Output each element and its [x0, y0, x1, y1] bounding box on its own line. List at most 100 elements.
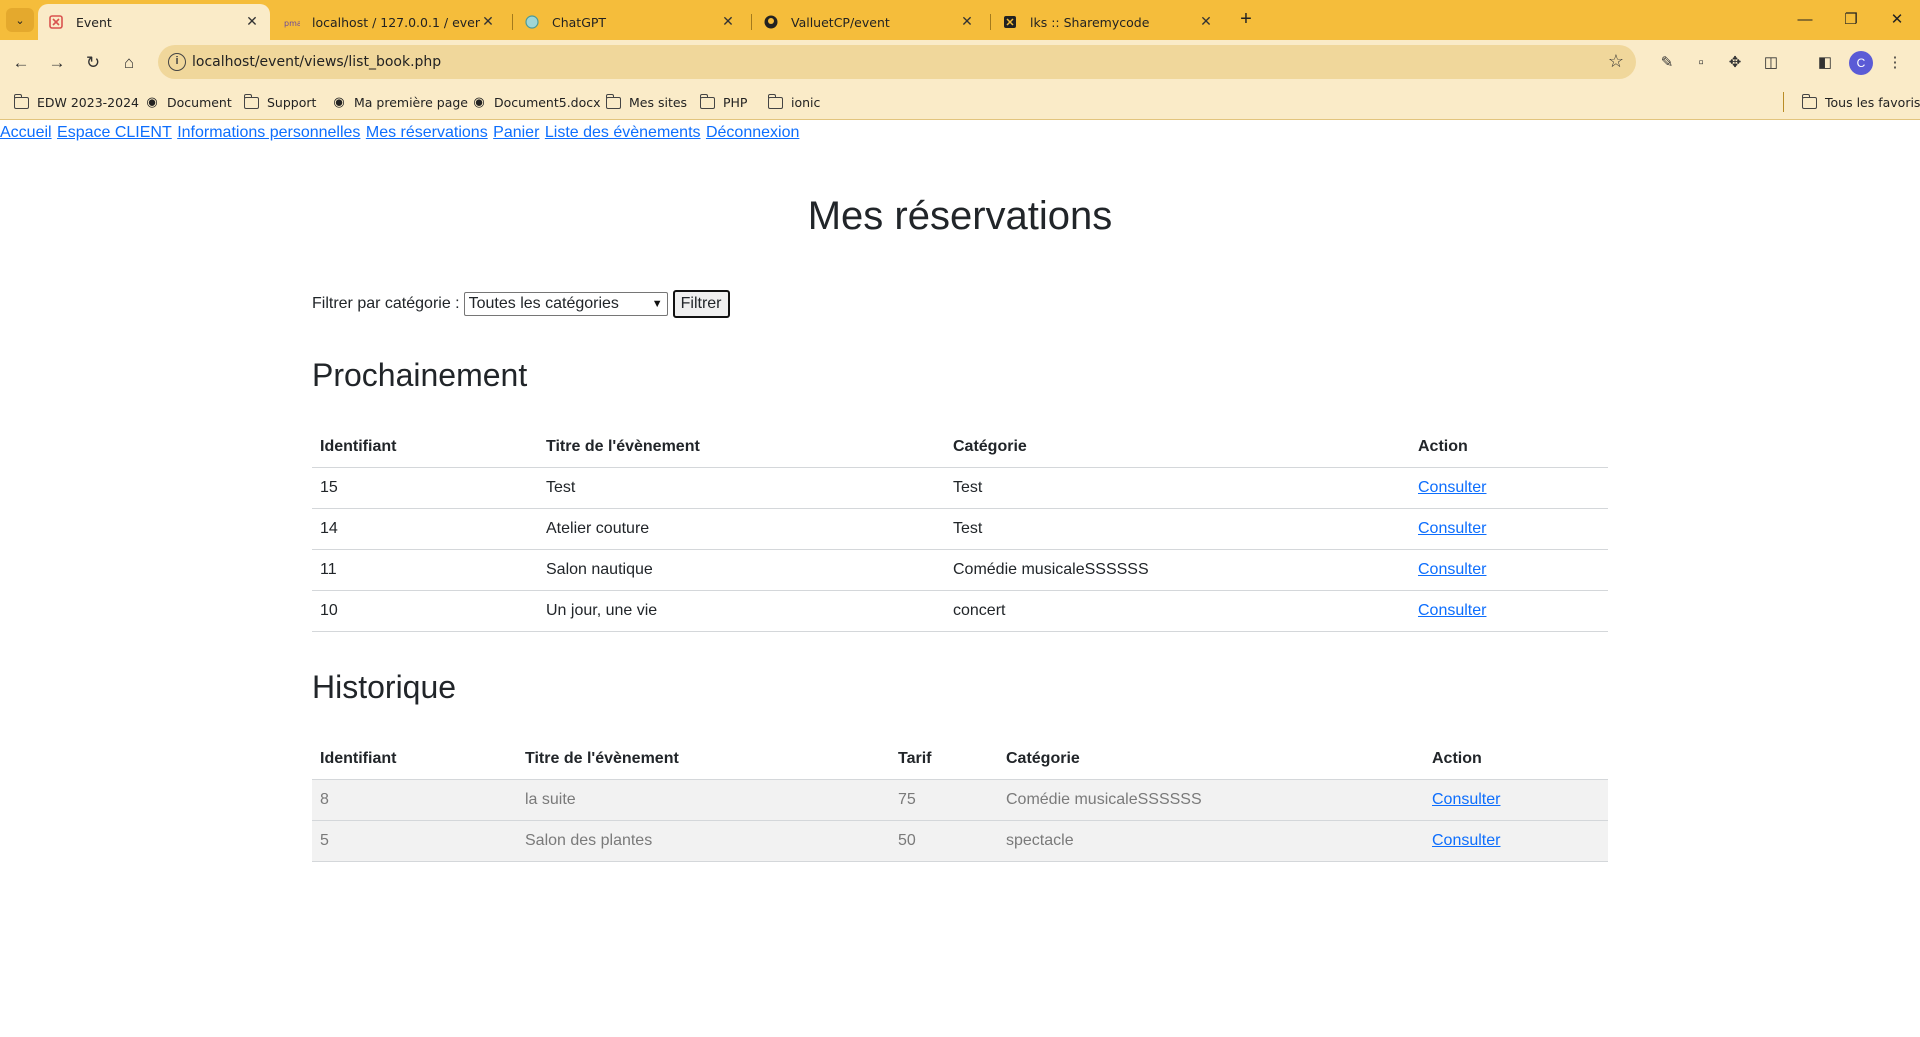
chatgpt-favicon-icon: [524, 14, 540, 30]
bookmark-item[interactable]: ◉ Ma première page: [331, 95, 468, 110]
consulter-link[interactable]: Consulter: [1418, 479, 1486, 496]
browser-toolbar: ← → ↻ ⌂ i localhost/event/views/list_boo…: [0, 40, 1920, 86]
cell-id: 11: [312, 549, 538, 591]
tab-strip: ⌄ Event ✕ pma localhost / 127.0.0.1 / ev…: [0, 0, 1920, 40]
close-icon[interactable]: ✕: [1198, 14, 1214, 30]
tab-search-button[interactable]: ⌄: [6, 8, 34, 32]
consulter-link[interactable]: Consulter: [1418, 561, 1486, 578]
tab-separator: [990, 14, 991, 30]
column-header: Catégorie: [998, 739, 1424, 780]
reload-button[interactable]: ↻: [78, 48, 108, 78]
folder-icon: [605, 93, 621, 109]
close-icon[interactable]: ✕: [480, 14, 496, 30]
cell-action: Consulter: [1424, 820, 1608, 862]
plus-icon: +: [1240, 8, 1252, 30]
nav-link-liste-evenements[interactable]: Liste des évènements: [545, 124, 701, 141]
bookmark-item[interactable]: ◉ Document: [144, 95, 231, 110]
extension-move-icon[interactable]: ✥: [1722, 50, 1748, 76]
table-header-row: Identifiant Titre de l'évènement Catégor…: [312, 427, 1608, 468]
cell-id: 10: [312, 590, 538, 632]
cell-category: Comédie musicaleSSSSSS: [998, 779, 1424, 821]
svg-text:pma: pma: [284, 19, 300, 28]
consulter-link[interactable]: Consulter: [1432, 832, 1500, 849]
column-header: Catégorie: [945, 427, 1410, 468]
bookmark-item[interactable]: ionic: [767, 93, 820, 110]
consulter-link[interactable]: Consulter: [1418, 602, 1486, 619]
consulter-link[interactable]: Consulter: [1418, 520, 1486, 537]
bookmark-item[interactable]: ◉ Document5.docx: [471, 95, 600, 110]
more-menu-icon[interactable]: ⋮: [1882, 50, 1908, 76]
nav-link-espace-client[interactable]: Espace CLIENT: [57, 124, 172, 141]
all-bookmarks-item[interactable]: Tous les favoris: [1801, 93, 1920, 110]
folder-icon: [13, 93, 29, 109]
cell-title: Atelier couture: [538, 508, 945, 550]
tab-phpmyadmin[interactable]: pma localhost / 127.0.0.1 / event / e ✕: [274, 4, 506, 40]
table-row: 14 Atelier couture Test Consulter: [312, 508, 1608, 550]
tab-event[interactable]: Event ✕: [38, 4, 270, 40]
globe-icon: ◉: [333, 94, 345, 110]
cell-id: 5: [312, 820, 517, 862]
extensions-puzzle-icon[interactable]: ◫: [1758, 50, 1784, 76]
category-select-value: Toutes les catégories: [468, 295, 619, 312]
side-panel-icon[interactable]: ◧: [1812, 50, 1838, 76]
bookmark-item[interactable]: Support: [243, 93, 316, 110]
extension-translate-icon[interactable]: ▫: [1688, 50, 1714, 76]
nav-link-accueil[interactable]: Accueil: [0, 124, 52, 141]
page-content: Accueil Espace CLIENT Informations perso…: [0, 121, 1920, 1037]
tab-chatgpt[interactable]: ChatGPT ✕: [514, 4, 746, 40]
bookmark-item[interactable]: EDW 2023-2024: [13, 93, 139, 110]
column-header: Titre de l'évènement: [538, 427, 945, 468]
close-window-button[interactable]: ✕: [1874, 6, 1920, 34]
table-row: 10 Un jour, une vie concert Consulter: [312, 590, 1608, 632]
cell-price: 50: [890, 820, 998, 862]
bookmark-item[interactable]: Mes sites: [605, 93, 687, 110]
consulter-link[interactable]: Consulter: [1432, 791, 1500, 808]
home-button[interactable]: ⌂: [114, 48, 144, 78]
close-icon[interactable]: ✕: [244, 14, 260, 30]
cell-id: 8: [312, 779, 517, 821]
bookmark-label: EDW 2023-2024: [37, 95, 139, 110]
extension-pen-icon[interactable]: ✎: [1654, 50, 1680, 76]
cell-category: spectacle: [998, 820, 1424, 862]
minimize-icon: —: [1797, 11, 1813, 28]
bookmarks-separator: [1783, 92, 1784, 112]
cell-title: Salon nautique: [538, 549, 945, 591]
arrow-right-icon: →: [48, 53, 66, 72]
table-row: 5 Salon des plantes 50 spectacle Consult…: [312, 820, 1608, 862]
cell-category: concert: [945, 590, 1410, 632]
cell-price: 75: [890, 779, 998, 821]
cell-action: Consulter: [1410, 590, 1608, 632]
main-nav: Accueil Espace CLIENT Informations perso…: [0, 124, 800, 142]
cell-category: Comédie musicaleSSSSSS: [945, 549, 1410, 591]
address-bar[interactable]: i localhost/event/views/list_book.php ☆: [158, 45, 1636, 79]
url-text[interactable]: localhost/event/views/list_book.php: [192, 54, 441, 70]
reload-icon: ↻: [85, 53, 101, 72]
minimize-button[interactable]: —: [1782, 6, 1828, 34]
page-title: Mes réservations: [807, 194, 1113, 238]
nav-link-panier[interactable]: Panier: [493, 124, 539, 141]
profile-avatar[interactable]: C: [1849, 51, 1873, 75]
forward-button[interactable]: →: [42, 48, 72, 78]
tab-github[interactable]: ValluetCP/event ✕: [753, 4, 985, 40]
site-info-icon[interactable]: i: [168, 53, 186, 71]
event-favicon-icon: [48, 14, 64, 30]
bookmark-item[interactable]: PHP: [699, 93, 747, 110]
nav-link-informations-personnelles[interactable]: Informations personnelles: [177, 124, 360, 141]
folder-icon: [243, 93, 259, 109]
restore-button[interactable]: ❐: [1828, 6, 1874, 34]
cell-action: Consulter: [1410, 549, 1608, 591]
nav-link-mes-reservations[interactable]: Mes réservations: [366, 124, 488, 141]
tab-title: localhost / 127.0.0.1 / event / e: [312, 14, 480, 30]
tab-sharemycode[interactable]: lks :: Sharemycode ✕: [992, 4, 1224, 40]
cell-action: Consulter: [1410, 467, 1608, 509]
close-icon[interactable]: ✕: [959, 14, 975, 30]
new-tab-button[interactable]: +: [1234, 8, 1258, 32]
nav-link-deconnexion[interactable]: Déconnexion: [706, 124, 799, 141]
star-icon[interactable]: ☆: [1608, 51, 1624, 72]
filter-button[interactable]: Filtrer: [672, 290, 730, 318]
category-select[interactable]: Toutes les catégories ▼: [463, 292, 668, 316]
chevron-down-icon: ▼: [651, 298, 663, 310]
close-icon[interactable]: ✕: [720, 14, 736, 30]
table-header-row: Identifiant Titre de l'évènement Tarif C…: [312, 739, 1608, 780]
back-button[interactable]: ←: [6, 48, 36, 78]
